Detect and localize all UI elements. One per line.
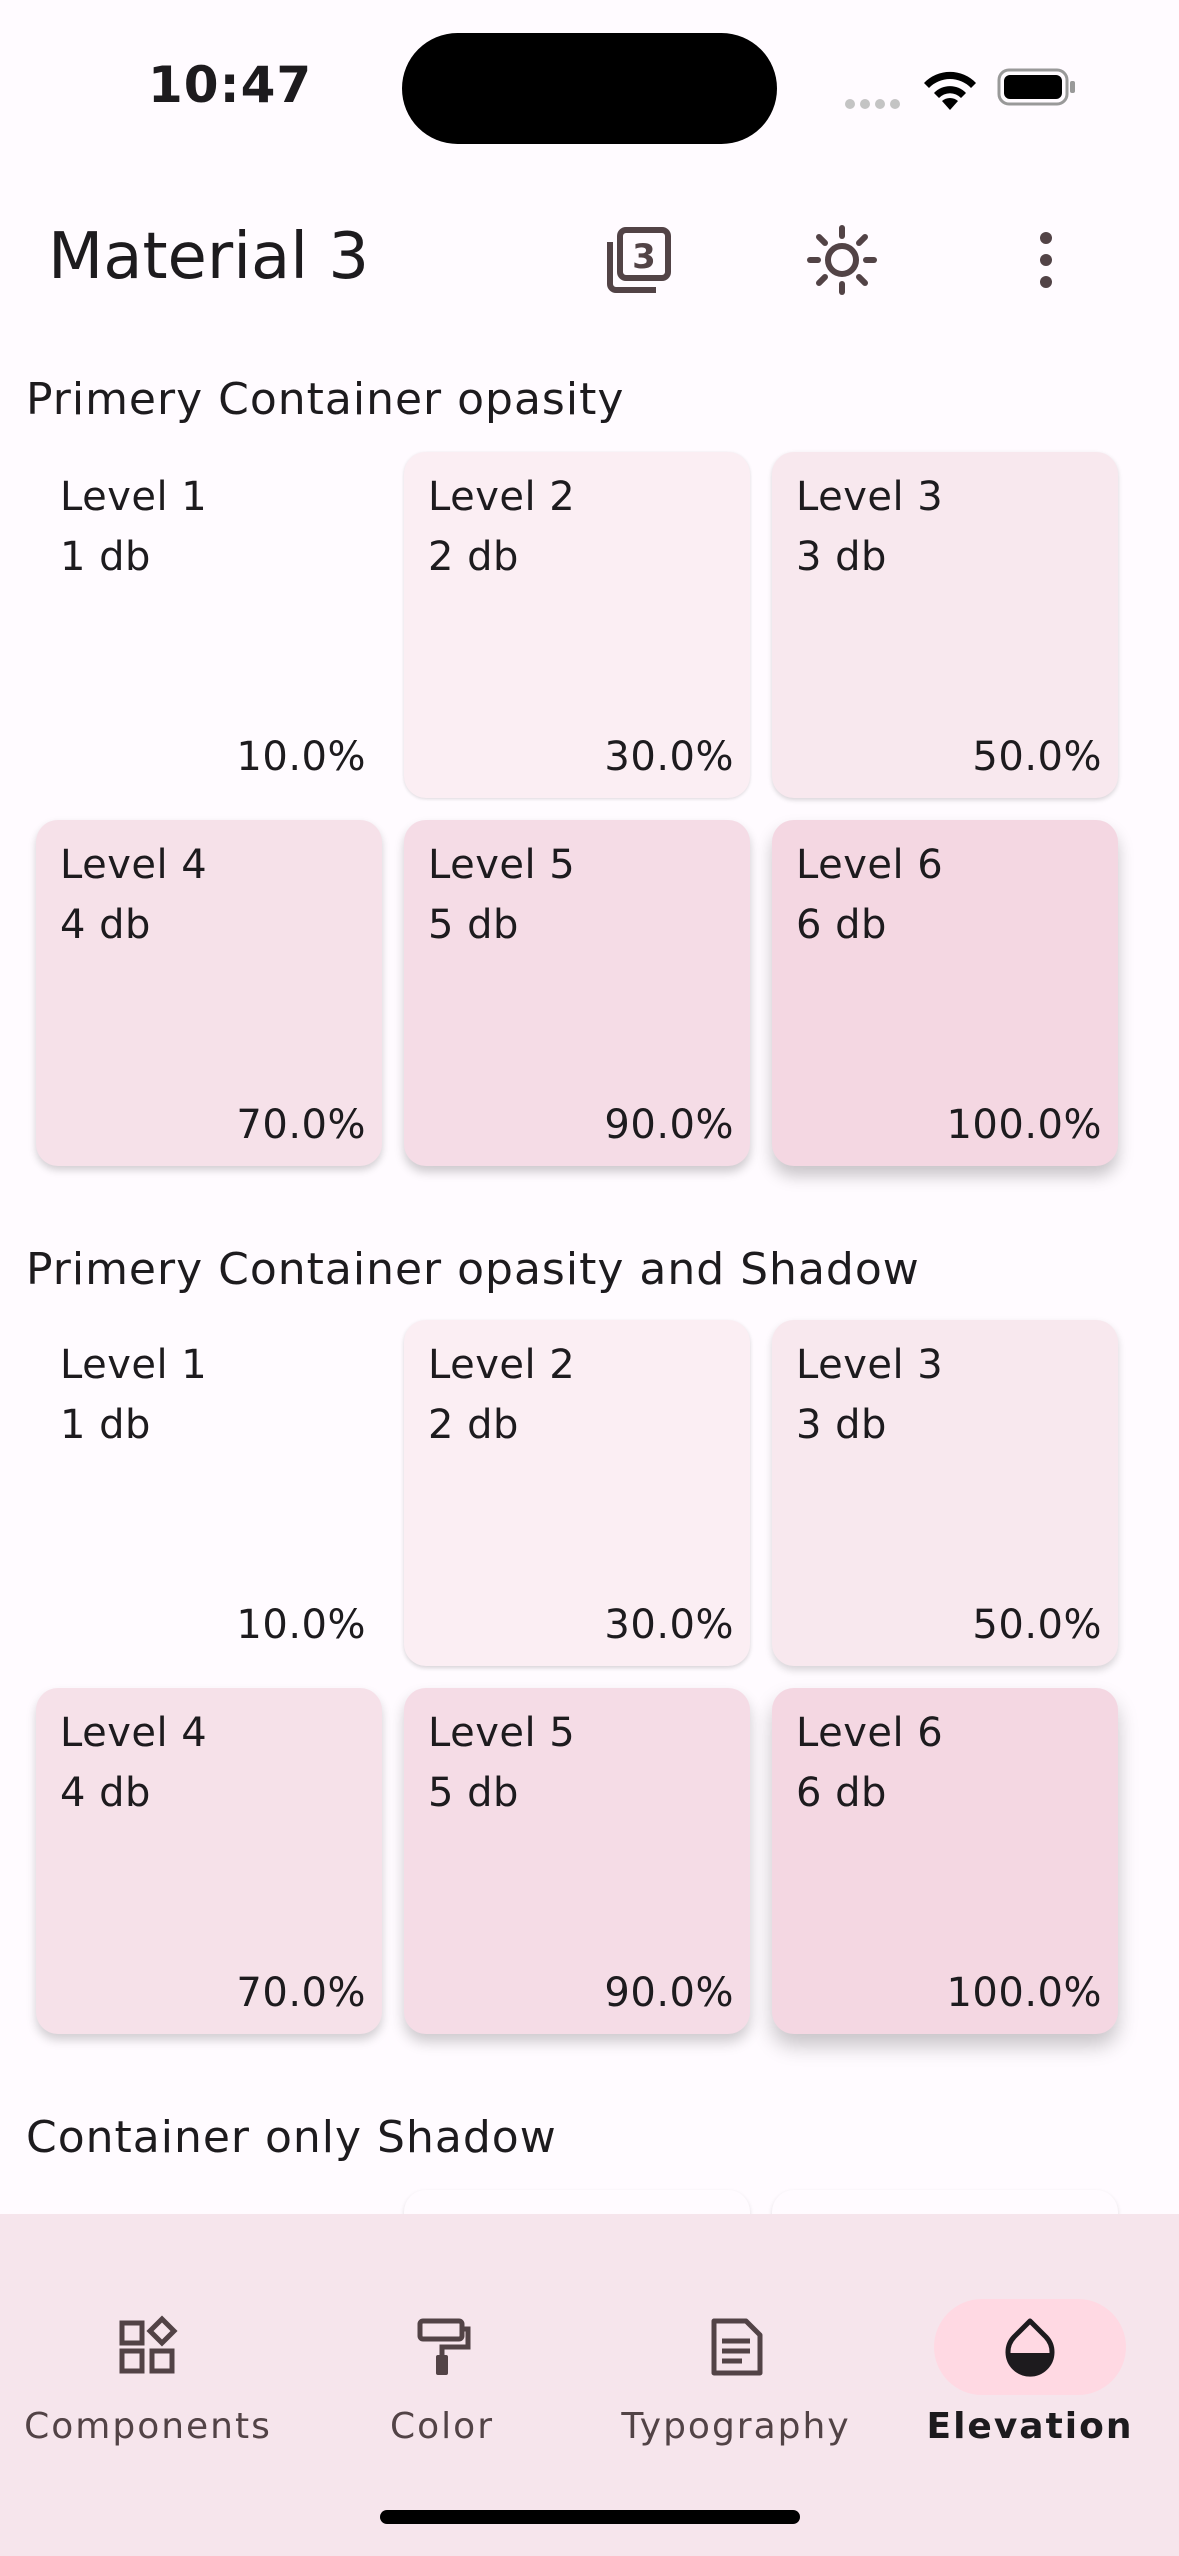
elevation-card-level-5: Level 5 5 db 90.0%	[404, 820, 750, 1166]
elevation-card-level-3: Level 3 3 db 50.0%	[772, 1320, 1118, 1666]
svg-text:3: 3	[632, 237, 656, 277]
elevation-card-level-1: Level 1 1 db 10.0%	[36, 1320, 382, 1666]
more-vert-icon[interactable]	[996, 210, 1096, 310]
card-percent-label: 10.0%	[236, 734, 366, 780]
elevation-card-level-1: Level 1 1 db 10.0%	[36, 452, 382, 798]
card-percent-label: 50.0%	[972, 1602, 1102, 1648]
card-db-label: 3 db	[796, 1402, 887, 1448]
card-db-label: 5 db	[428, 1770, 519, 1816]
nav-item-components[interactable]: Components	[8, 2254, 288, 2447]
elevation-card-level-4: Level 4 4 db 70.0%	[36, 1688, 382, 2034]
brightness-icon[interactable]	[792, 210, 892, 310]
nav-label-typography: Typography	[621, 2406, 851, 2447]
card-db-label: 2 db	[428, 534, 519, 580]
section-title-opacity-shadow: Primery Container opasity and Shadow	[26, 1244, 920, 1295]
top-app-bar: Material 3 3	[0, 190, 1179, 330]
home-indicator	[380, 2510, 800, 2524]
status-time: 10:47	[148, 56, 313, 114]
card-percent-label: 90.0%	[604, 1102, 734, 1148]
elevation-card-level-2: Level 2 2 db 30.0%	[404, 1320, 750, 1666]
nav-label-elevation: Elevation	[926, 2406, 1134, 2447]
nav-item-typography[interactable]: Typography	[596, 2254, 876, 2447]
nav-label-color: Color	[390, 2406, 494, 2447]
elevation-card-level-6: Level 6 6 db 100.0%	[772, 820, 1118, 1166]
card-db-label: 1 db	[60, 534, 151, 580]
format-paint-icon	[417, 2318, 471, 2375]
card-percent-label: 30.0%	[604, 1602, 734, 1648]
battery-icon	[997, 68, 1075, 106]
nav-label-components: Components	[24, 2406, 272, 2447]
elevation-card-level-4: Level 4 4 db 70.0%	[36, 820, 382, 1166]
card-level-label: Level 3	[796, 1342, 944, 1388]
card-db-label: 5 db	[428, 902, 519, 948]
wifi-icon	[924, 71, 976, 110]
nav-item-elevation[interactable]: Elevation	[890, 2254, 1170, 2447]
card-level-label: Level 4	[60, 842, 208, 888]
dynamic-island	[402, 33, 777, 144]
opacity-drop-icon	[1005, 2318, 1055, 2377]
nav-item-color[interactable]: Color	[302, 2254, 582, 2447]
page-title: Material 3	[48, 220, 370, 294]
card-percent-label: 30.0%	[604, 734, 734, 780]
bottom-navigation-bar: Components Color Typography Elevation	[0, 2214, 1179, 2556]
article-icon	[711, 2318, 763, 2376]
card-db-label: 6 db	[796, 1770, 887, 1816]
card-percent-label: 100.0%	[946, 1102, 1102, 1148]
card-level-label: Level 6	[796, 842, 944, 888]
card-db-label: 1 db	[60, 1402, 151, 1448]
card-db-label: 2 db	[428, 1402, 519, 1448]
elevation-card-level-6: Level 6 6 db 100.0%	[772, 1688, 1118, 2034]
card-db-label: 3 db	[796, 534, 887, 580]
card-level-label: Level 1	[60, 474, 208, 520]
card-percent-label: 50.0%	[972, 734, 1102, 780]
card-level-label: Level 3	[796, 474, 944, 520]
section-title-shadow-only: Container only Shadow	[26, 2112, 557, 2163]
card-percent-label: 10.0%	[236, 1602, 366, 1648]
card-level-label: Level 1	[60, 1342, 208, 1388]
card-percent-label: 70.0%	[236, 1102, 366, 1148]
card-level-label: Level 6	[796, 1710, 944, 1756]
card-level-label: Level 5	[428, 1710, 576, 1756]
card-level-label: Level 5	[428, 842, 576, 888]
elevation-card-level-5: Level 5 5 db 90.0%	[404, 1688, 750, 2034]
card-db-label: 4 db	[60, 1770, 151, 1816]
section-title-opacity: Primery Container opasity	[26, 374, 625, 425]
card-db-label: 4 db	[60, 902, 151, 948]
widgets-icon	[119, 2315, 178, 2374]
card-level-label: Level 2	[428, 474, 576, 520]
elevation-card-level-3: Level 3 3 db 50.0%	[772, 452, 1118, 798]
card-percent-label: 70.0%	[236, 1970, 366, 2016]
card-level-label: Level 2	[428, 1342, 576, 1388]
card-db-label: 6 db	[796, 902, 887, 948]
card-percent-label: 90.0%	[604, 1970, 734, 2016]
card-percent-label: 100.0%	[946, 1970, 1102, 2016]
card-level-label: Level 4	[60, 1710, 208, 1756]
status-bar: 10:47	[0, 0, 1179, 170]
elevation-card-level-2: Level 2 2 db 30.0%	[404, 452, 750, 798]
material-3-badge-icon[interactable]: 3	[588, 210, 688, 310]
cellular-signal-icon	[845, 94, 905, 113]
